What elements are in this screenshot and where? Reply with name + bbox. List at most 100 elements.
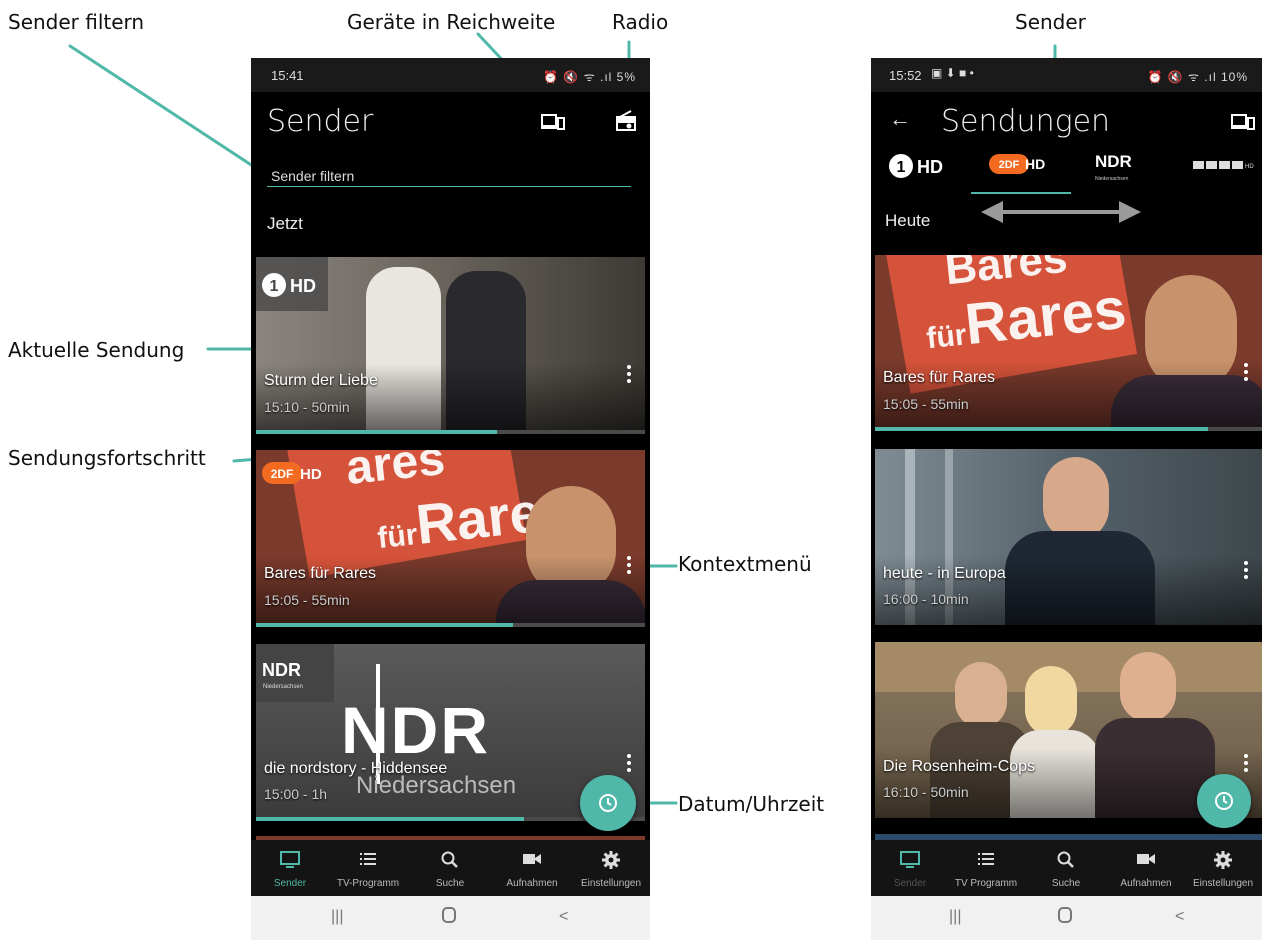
recent-apps-button[interactable]: ||| [949, 908, 961, 926]
zdf-hd-logo: 2DF HD [989, 154, 1045, 174]
program-title: Bares für Rares [264, 565, 377, 582]
nav-label: Sender [273, 878, 307, 889]
nav-einstellungen[interactable]: Einstellungen [1184, 840, 1262, 896]
progress-bar [256, 623, 645, 627]
system-navigation-bar: ||| < [251, 896, 650, 940]
das-erste-hd-logo: 1 HD [262, 273, 316, 297]
ndr-logo-text: NDR [262, 660, 301, 680]
ndr-logo-text: NDR [1095, 152, 1132, 171]
section-heading: Jetzt [267, 214, 303, 233]
program-card[interactable]: Bares fürRares Bares für Rares 15:05 - 5… [875, 255, 1262, 431]
progress-fill [256, 430, 498, 434]
channel-logo: NDR Niedersachsen [256, 644, 334, 702]
context-menu-icon[interactable] [627, 556, 631, 577]
right-phone-screen: 15:52 ▣ ⬇ ■ • ⏰ 🔇 ᯤ .ıl 10% ← Sendungen … [871, 58, 1262, 940]
nav-sender[interactable]: Sender [871, 840, 949, 896]
svg-text:2DF: 2DF [999, 159, 1020, 171]
annotation-sender-filtern: Sender filtern [8, 10, 145, 34]
program-card[interactable]: heute - in Europa 16:00 - 10min [875, 449, 1262, 625]
program-time: 15:00 - 1h [264, 786, 328, 802]
rtl-hd-logo: HD [1193, 161, 1254, 170]
gear-icon [1214, 851, 1232, 869]
date-time-fab[interactable] [580, 775, 636, 831]
ndr-logo-sub: Niedersachsen [263, 684, 304, 690]
progress-fill [875, 427, 1208, 431]
program-title: heute - in Europa [883, 565, 1006, 582]
tab-rtl-hd[interactable]: HD [1193, 158, 1255, 200]
camera-icon [1137, 854, 1155, 864]
swipe-arrow-icon [981, 201, 1141, 223]
home-button[interactable] [1057, 906, 1073, 929]
recent-apps-button[interactable]: ||| [331, 908, 343, 926]
program-card[interactable]: ares fürRares 2DF HD Bares für Rares 15:0… [256, 450, 645, 626]
svg-text:HD: HD [1025, 156, 1045, 172]
devices-icon[interactable] [1231, 112, 1255, 137]
status-time: 15:52 [889, 68, 922, 83]
annotation-kontextmenue: Kontextmenü [678, 552, 812, 576]
program-title: Sturm der Liebe [264, 372, 378, 389]
nav-label: Suche [435, 878, 465, 889]
nav-suche[interactable]: Suche [1027, 840, 1105, 896]
gear-icon [602, 851, 620, 869]
annotation-sendungsfortschritt: Sendungsfortschritt [8, 446, 206, 470]
progress-bar [256, 430, 645, 434]
nav-label: Aufnahmen [506, 878, 558, 889]
context-menu-icon[interactable] [627, 754, 631, 775]
bottom-navigation: Sender TV-Programm Suche Aufnahmen Einst… [251, 840, 650, 896]
status-icons: ⏰ 🔇 ᯤ .ıl 5% [543, 70, 636, 84]
tv-icon [900, 851, 920, 868]
das-erste-hd-logo: 1 HD [889, 154, 943, 178]
section-heading: Heute [885, 211, 931, 230]
nav-label: TV Programm [954, 878, 1018, 889]
progress-fill [256, 623, 513, 627]
annotation-sender: Sender [1015, 10, 1086, 34]
svg-text:1: 1 [270, 278, 279, 295]
system-navigation-bar: ||| < [871, 896, 1262, 940]
channel-logo: 2DF HD [256, 450, 326, 490]
nav-einstellungen[interactable]: Einstellungen [572, 840, 650, 896]
nav-label: Einstellungen [1192, 878, 1254, 889]
progress-fill [256, 817, 525, 821]
context-menu-icon[interactable] [1244, 561, 1248, 582]
home-button[interactable] [441, 906, 457, 929]
left-phone-screen: 15:41 ⏰ 🔇 ᯤ .ıl 5% Sender Sender filtern… [251, 58, 650, 940]
page-title: Sendungen [941, 104, 1111, 139]
sender-filter-placeholder: Sender filtern [271, 168, 355, 184]
tab-zdf-hd[interactable]: 2DF HD [989, 152, 1053, 194]
radio-icon[interactable] [615, 110, 637, 137]
svg-text:HD: HD [300, 466, 322, 483]
nav-aufnahmen[interactable]: Aufnahmen [1107, 840, 1185, 896]
nav-aufnahmen[interactable]: Aufnahmen [493, 840, 571, 896]
annotation-geraete: Geräte in Reichweite [347, 10, 556, 34]
search-icon [1057, 851, 1074, 868]
program-time: 15:10 - 50min [264, 399, 350, 415]
back-button[interactable]: < [1175, 908, 1184, 926]
annotation-aktuelle-sendung: Aktuelle Sendung [8, 338, 185, 362]
bottom-navigation: Sender TV Programm Suche Aufnahmen Einst… [871, 840, 1262, 896]
nav-sender[interactable]: Sender [251, 840, 329, 896]
nav-tv-programm[interactable]: TV-Programm [329, 840, 407, 896]
page-title: Sender [267, 104, 374, 139]
program-time: 15:05 - 55min [264, 592, 350, 608]
date-time-fab[interactable] [1197, 774, 1251, 828]
svg-text:2DF: 2DF [271, 467, 294, 481]
status-time: 15:41 [271, 68, 304, 83]
nav-suche[interactable]: Suche [411, 840, 489, 896]
clock-icon [599, 794, 617, 812]
back-button[interactable]: < [559, 908, 568, 926]
status-icons: ⏰ 🔇 ᯤ .ıl 10% [1147, 70, 1248, 84]
tab-1hd[interactable]: 1 HD [889, 152, 949, 194]
notification-icons: ▣ ⬇ ■ • [931, 66, 974, 80]
context-menu-icon[interactable] [1244, 754, 1248, 775]
selected-tab-indicator [971, 192, 1071, 194]
nav-label: Einstellungen [580, 878, 642, 889]
nav-tv-programm[interactable]: TV Programm [947, 840, 1025, 896]
sender-filter-input[interactable]: Sender filtern [267, 162, 631, 187]
context-menu-icon[interactable] [1244, 363, 1248, 384]
back-arrow-icon[interactable]: ← [889, 106, 911, 132]
program-title: Bares für Rares [883, 369, 996, 386]
program-card[interactable]: 1 HD Sturm der Liebe 15:10 - 50min [256, 257, 645, 433]
svg-text:1: 1 [897, 159, 906, 176]
context-menu-icon[interactable] [627, 365, 631, 386]
devices-icon[interactable] [541, 112, 565, 137]
